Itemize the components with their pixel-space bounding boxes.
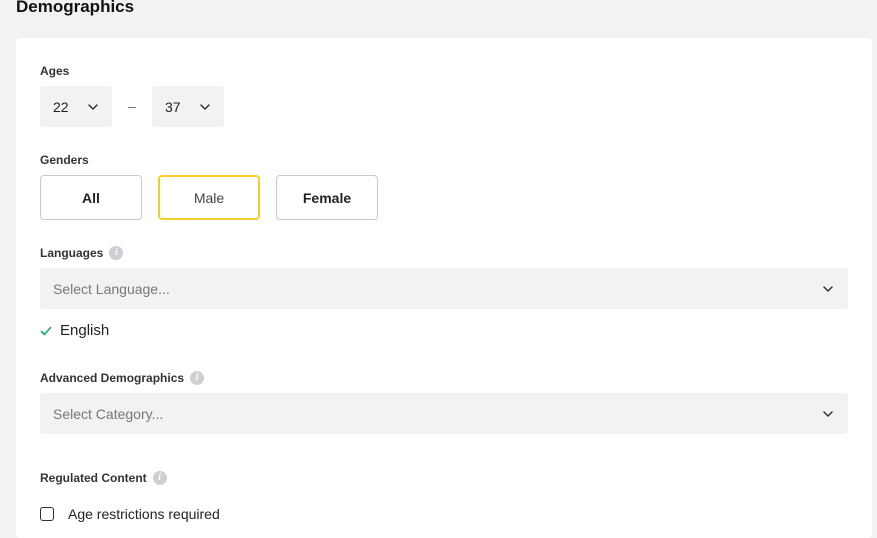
page-title: Demographics [16,0,135,16]
language-select[interactable]: Select Language... [40,268,848,309]
gender-all-button[interactable]: All [40,175,142,220]
language-select-placeholder: Select Language... [53,280,170,297]
ages-label-text: Ages [40,64,70,78]
category-select[interactable]: Select Category... [40,393,848,434]
gender-female-button[interactable]: Female [276,175,378,220]
info-icon[interactable]: i [190,371,205,385]
languages-label: Languages i [40,246,124,260]
age-restrictions-row[interactable]: Age restrictions required [40,506,220,522]
ages-label: Ages [40,64,69,78]
age-min-value: 22 [53,98,69,115]
chevron-down-icon [823,285,833,292]
info-icon[interactable]: i [109,246,124,260]
chevron-down-icon [823,410,833,417]
advanced-demographics-label-text: Advanced Demographics [40,371,185,385]
languages-label-text: Languages [40,246,104,260]
gender-male-button[interactable]: Male [158,175,260,220]
advanced-demographics-label: Advanced Demographics i [40,371,205,385]
demographics-card: Ages 22 – 37 Genders All Male Female Lan… [16,38,872,538]
regulated-content-label: Regulated Content i [40,471,167,485]
info-icon[interactable]: i [152,471,167,485]
age-range-separator: – [128,98,136,114]
selected-language-label: English [60,322,110,339]
age-restrictions-checkbox[interactable] [40,507,54,521]
chevron-down-icon [88,103,98,110]
genders-label-text: Genders [40,153,89,167]
check-icon [40,326,52,335]
regulated-content-label-text: Regulated Content [40,471,147,485]
age-max-value: 37 [165,98,181,115]
age-min-select[interactable]: 22 [40,86,112,127]
chevron-down-icon [200,103,210,110]
category-select-placeholder: Select Category... [53,405,164,422]
age-restrictions-label: Age restrictions required [68,506,220,522]
genders-label: Genders [40,153,89,167]
selected-language-item: English [40,322,109,339]
age-max-select[interactable]: 37 [152,86,224,127]
